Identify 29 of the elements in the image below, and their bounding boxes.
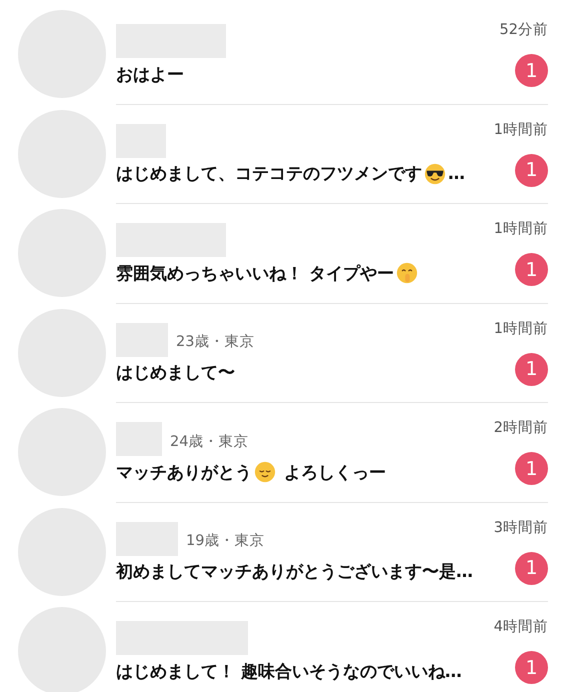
age-location: 24歳・東京: [170, 432, 248, 450]
timestamp: 1時間前: [494, 120, 548, 138]
message-preview: 雰囲気めっちゃいいね！ タイプやー: [116, 262, 394, 284]
age-location: 19歳・東京: [186, 532, 264, 550]
timestamp: 3時間前: [494, 518, 548, 536]
message-preview: …: [448, 164, 465, 184]
age-location: 23歳・東京: [176, 332, 254, 351]
unread-badge: 1: [515, 54, 548, 87]
message-preview: はじめまして、コテコテのフツメンです: [116, 163, 422, 185]
unread-badge: 1: [515, 452, 548, 485]
message-preview: はじめまして！ 趣味合いそうなのでいいね…: [116, 660, 462, 682]
shushing-emoji-icon: [396, 262, 418, 284]
message-preview: よろしくっー: [282, 462, 386, 484]
unread-badge: 1: [515, 352, 548, 386]
timestamp: 4時間前: [494, 618, 548, 636]
timestamp: 1時間前: [494, 320, 548, 338]
timestamp: 52分前: [500, 21, 548, 39]
unread-badge: 1: [515, 154, 548, 186]
sunglasses-emoji-icon: [424, 162, 446, 184]
relieved-emoji-icon: [254, 461, 276, 483]
timestamp: 1時間前: [494, 220, 548, 238]
message-preview: はじめまして〜: [116, 362, 235, 384]
unread-badge: 1: [515, 253, 548, 286]
message-preview: 初めましてマッチありがとうございます〜是…: [116, 561, 473, 583]
message-preview: おはよー: [116, 64, 184, 86]
timestamp: 2時間前: [494, 419, 548, 437]
message-preview: マッチありがとう: [116, 462, 252, 484]
unread-badge: 1: [515, 651, 548, 684]
unread-badge: 1: [515, 552, 548, 584]
